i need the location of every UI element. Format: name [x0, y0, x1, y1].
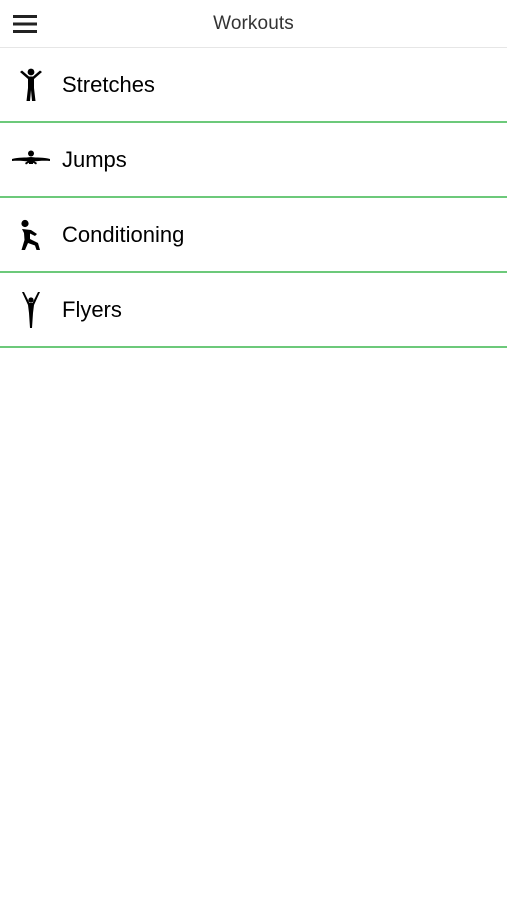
menu-button[interactable] — [10, 9, 40, 39]
workout-item-jumps[interactable]: Jumps — [0, 123, 507, 198]
stretch-figure-icon — [0, 48, 62, 121]
hamburger-menu-icon — [13, 15, 37, 33]
workout-item-conditioning[interactable]: Conditioning — [0, 198, 507, 273]
workout-list: Stretches Jumps Conditioning Flyers — [0, 48, 507, 348]
workout-label: Stretches — [62, 71, 155, 97]
workout-label: Conditioning — [62, 221, 185, 247]
workout-label: Flyers — [62, 296, 122, 322]
conditioning-figure-icon — [0, 198, 62, 271]
workout-item-stretches[interactable]: Stretches — [0, 48, 507, 123]
workout-item-flyers[interactable]: Flyers — [0, 273, 507, 348]
page-title: Workouts — [213, 12, 294, 34]
jump-figure-icon — [0, 123, 62, 196]
app-header: Workouts — [0, 0, 507, 48]
flyer-figure-icon — [0, 273, 62, 346]
workout-label: Jumps — [62, 146, 127, 172]
